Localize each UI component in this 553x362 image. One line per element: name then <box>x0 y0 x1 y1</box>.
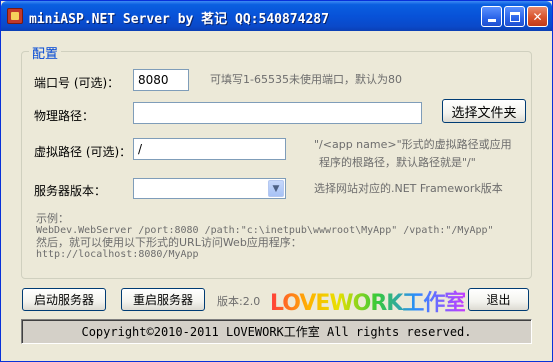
close-button[interactable]: ✕ <box>527 6 548 27</box>
virtual-path-hint-line2: 程序的根路径，默认路径就是"/" <box>319 156 476 169</box>
minimize-button[interactable] <box>481 6 502 27</box>
example-title: 示例： <box>36 212 69 225</box>
server-version-hint: 选择网站对应的.NET Framework版本 <box>314 182 503 195</box>
port-hint: 可填写1-65535未使用端口，默认为80 <box>210 73 402 86</box>
server-version-select[interactable]: ▼ <box>133 178 286 199</box>
restart-server-button[interactable]: 重启服务器 <box>121 288 205 311</box>
title-bar[interactable]: miniASP.NET Server by 茗记 QQ:540874287 ✕ <box>1 1 552 31</box>
close-icon: ✕ <box>532 9 543 24</box>
maximize-icon <box>509 11 520 22</box>
studio-logo: LOVEWORK工作室 <box>270 285 466 317</box>
port-input[interactable] <box>133 69 189 91</box>
window-title: miniASP.NET Server by 茗记 QQ:540874287 <box>29 12 329 27</box>
version-label: 版本:2.0 <box>217 295 261 308</box>
port-label: 端口号 (可选)： <box>34 76 120 90</box>
app-icon <box>7 8 23 24</box>
browse-folder-button[interactable]: 选择文件夹 <box>442 99 526 123</box>
example-note: 然后，就可以使用以下形式的URL访问Web应用程序： <box>36 236 302 249</box>
exit-button[interactable]: 退出 <box>468 288 529 311</box>
server-version-label: 服务器版本： <box>34 184 107 198</box>
example-block: 示例： WebDev.WebServer /port:8080 /path:"c… <box>36 213 494 261</box>
physical-path-input[interactable] <box>133 102 422 124</box>
physical-path-label: 物理路径： <box>34 109 95 123</box>
maximize-button[interactable] <box>504 6 525 27</box>
example-url: http://localhost:8080/MyApp <box>36 249 199 260</box>
virtual-path-label: 虚拟路径 (可选)： <box>34 145 132 159</box>
copyright-bar: Copyright©2010-2011 LOVEWORK工作室 All righ… <box>21 319 532 344</box>
app-window: miniASP.NET Server by 茗记 QQ:540874287 ✕ … <box>0 0 553 362</box>
chevron-down-icon[interactable]: ▼ <box>268 180 284 197</box>
virtual-path-hint-line1: "/<app name>"形式的虚拟路径或应用 <box>314 138 512 151</box>
virtual-path-input[interactable] <box>133 138 286 160</box>
config-group-legend: 配置 <box>29 43 62 62</box>
copyright-text: Copyright©2010-2011 LOVEWORK工作室 All righ… <box>81 325 472 339</box>
minimize-icon <box>487 19 496 22</box>
start-server-button[interactable]: 启动服务器 <box>22 288 106 311</box>
